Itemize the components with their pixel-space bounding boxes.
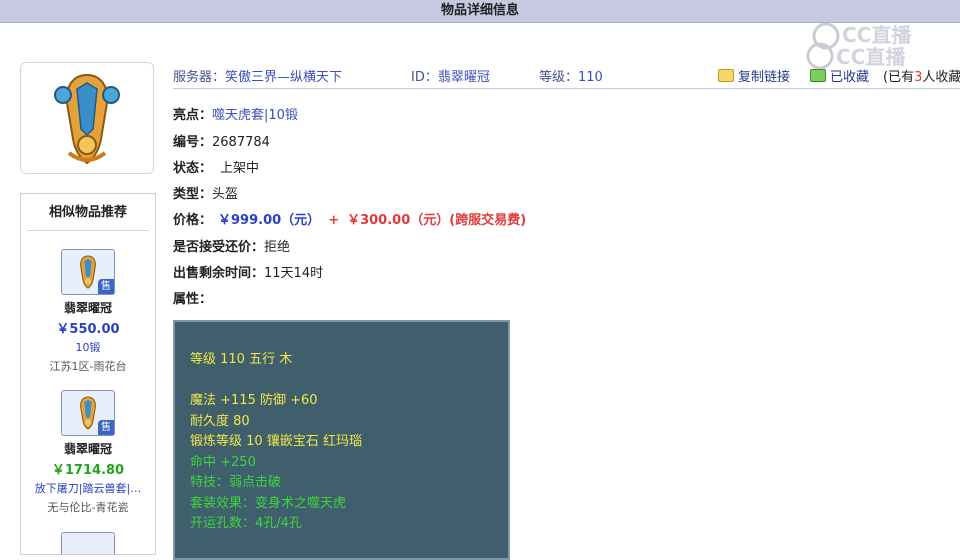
highlight-label: 亮点： <box>173 108 213 123</box>
price-label: 价格： <box>173 213 213 228</box>
related-item-server: 江苏1区-雨花台 <box>49 360 127 373</box>
price-row: 价格： ￥999.00（元） + ￥300.00（元）(跨服交易费) <box>173 209 526 228</box>
number-row: 编号：2687784 <box>173 131 270 150</box>
related-item-price: ￥550.00 <box>56 322 120 337</box>
attribute-line <box>190 371 508 392</box>
highlight-row: 亮点：噬天虎套|10锻 <box>173 104 298 123</box>
status-value: 上架中 <box>220 161 260 176</box>
related-item-thumb[interactable] <box>61 532 115 554</box>
copy-link-button[interactable]: 复制链接 <box>718 66 790 85</box>
favorite-icon <box>810 69 826 82</box>
attribute-line: 魔法 +115 防御 +60 <box>190 393 318 408</box>
related-item[interactable]: 售 翡翠曜冠 ￥550.00 10锻 江苏1区-雨花台 <box>21 249 155 374</box>
status-row: 状态： 上架中 <box>173 157 259 176</box>
remaining-time-label: 出售剩余时间： <box>173 266 265 281</box>
watermark-text-1: CC直播 <box>842 23 912 47</box>
server-label: 服务器：笑傲三界—纵横天下 <box>173 70 343 85</box>
cross-server-fee: ￥300.00（元）(跨服交易费) <box>347 213 527 228</box>
attributes-panel: 等级 110 五行 木 魔法 +115 防御 +60 耐久度 80 锻炼等级 1… <box>173 320 510 560</box>
number-label: 编号： <box>173 135 213 150</box>
related-item[interactable] <box>21 532 155 554</box>
page-title: 物品详细信息 <box>440 3 519 18</box>
attribute-line: 特技：弱点击破 <box>190 475 282 490</box>
related-items-panel: 相似物品推荐 售 翡翠曜冠 ￥550.00 10锻 江苏1区-雨花台 售 翡翠曜… <box>20 193 156 555</box>
type-label: 类型： <box>173 187 213 202</box>
price-value: ￥999.00（元） <box>218 213 321 228</box>
counter-offer-row: 是否接受还价：拒绝 <box>173 236 290 255</box>
remaining-time-row: 出售剩余时间：11天14时 <box>173 262 323 281</box>
related-item-name[interactable]: 翡翠曜冠 <box>21 440 155 457</box>
type-value: 头盔 <box>212 187 239 202</box>
related-item-price: ￥1714.80 <box>51 463 125 478</box>
id-label: ID：翡翠曜冠 <box>411 70 490 85</box>
item-image-frame <box>20 62 154 174</box>
favorited-button[interactable]: 已收藏 <box>810 66 869 85</box>
related-item-highlight[interactable]: 放下屠刀|踏云兽套|… <box>21 480 155 496</box>
type-row: 类型：头盔 <box>173 183 238 202</box>
counter-offer-value: 拒绝 <box>264 240 291 255</box>
status-label: 状态： <box>173 161 213 176</box>
sell-badge: 售 <box>98 279 114 294</box>
attribute-line: 套装效果：变身术之噬天虎 <box>190 495 347 511</box>
highlight-value: 噬天虎套|10锻 <box>212 108 298 123</box>
helmet-icon <box>54 73 120 165</box>
sell-badge: 售 <box>98 420 114 435</box>
copy-link-icon <box>718 69 734 82</box>
level-value: 110 <box>578 70 603 85</box>
attribute-line: 命中 +250 <box>190 454 256 470</box>
related-item-server: 无与伦比-青花瓷 <box>47 501 129 514</box>
server-info-bar: 服务器：笑傲三界—纵横天下 ID：翡翠曜冠 等级：110 复制链接 已收藏 (已… <box>173 66 960 89</box>
related-item[interactable]: 售 翡翠曜冠 ￥1714.80 放下屠刀|踏云兽套|… 无与伦比-青花瓷 <box>21 390 155 515</box>
related-items-title: 相似物品推荐 <box>27 194 149 231</box>
id-value: 翡翠曜冠 <box>437 70 490 85</box>
cc-live-watermark-icon: CC直播 CC直播 <box>806 22 912 70</box>
related-item-name[interactable]: 翡翠曜冠 <box>21 299 155 316</box>
attributes-label: 属性： <box>173 292 213 307</box>
attributes-row: 属性： <box>173 288 212 307</box>
remaining-time-value: 11天14时 <box>264 266 324 281</box>
related-item-highlight[interactable]: 10锻 <box>21 339 155 355</box>
related-item-thumb[interactable]: 售 <box>61 390 115 436</box>
attribute-line: 开运孔数：4孔/4孔 <box>190 516 302 531</box>
server-value: 笑傲三界—纵横天下 <box>225 70 343 85</box>
attribute-line: 锻炼等级 10 镶嵌宝石 红玛瑙 <box>190 434 362 449</box>
related-item-thumb[interactable]: 售 <box>61 249 115 295</box>
number-value: 2687784 <box>212 135 270 150</box>
favorite-count: (已有3人收藏 <box>883 70 960 85</box>
price-plus: + <box>328 213 340 228</box>
level-label: 等级：110 <box>539 70 603 85</box>
attribute-line: 等级 110 五行 木 <box>190 352 293 367</box>
attribute-line: 耐久度 80 <box>190 413 250 429</box>
counter-offer-label: 是否接受还价： <box>173 240 265 255</box>
